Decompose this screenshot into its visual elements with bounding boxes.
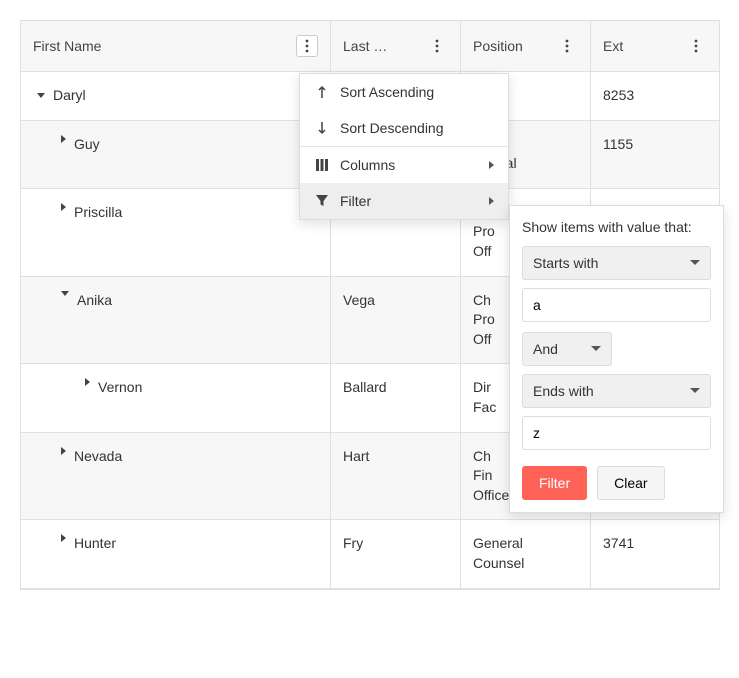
chevron-down-icon: [690, 260, 700, 265]
column-menu-button-ext[interactable]: [685, 35, 707, 57]
position-value: Dir Fac: [473, 378, 496, 417]
last-name-value: Hart: [343, 447, 369, 467]
ext-value: 1155: [603, 135, 633, 155]
kebab-icon: [429, 38, 445, 54]
column-menu-button-first[interactable]: [296, 35, 318, 57]
filter-icon: [314, 193, 330, 209]
position-value: Ch Pro Off: [473, 291, 495, 350]
last-name-cell: Fry: [331, 520, 461, 587]
collapse-icon[interactable]: [37, 93, 45, 98]
position-cell: General Counsel: [461, 520, 591, 587]
kebab-icon: [688, 38, 704, 54]
filter-clear-button[interactable]: Clear: [597, 466, 664, 500]
column-menu-button-position[interactable]: [556, 35, 578, 57]
ext-cell: 3741: [591, 520, 719, 587]
kebab-icon: [559, 38, 575, 54]
first-name-value: Nevada: [74, 447, 122, 467]
header-row: First Name Last … Position: [21, 21, 719, 72]
position-value: Ch Fin Officer: [473, 447, 514, 506]
expand-icon[interactable]: [61, 135, 66, 143]
filter-operator-2[interactable]: Ends with: [522, 374, 711, 408]
tree-grid: First Name Last … Position: [20, 20, 720, 590]
select-value: Ends with: [533, 383, 594, 399]
ext-value: 8253: [603, 86, 634, 106]
filter-popup: Show items with value that: Starts with …: [509, 205, 724, 513]
header-label: Ext: [603, 38, 623, 54]
menu-label: Sort Descending: [340, 120, 444, 136]
tree-cell[interactable]: Nevada: [21, 433, 331, 520]
filter-value-2[interactable]: [522, 416, 711, 450]
filter-operator-1[interactable]: Starts with: [522, 246, 711, 280]
chevron-down-icon: [591, 346, 601, 351]
ext-value: 3741: [603, 534, 634, 554]
tree-cell[interactable]: Guy: [21, 121, 331, 188]
menu-filter[interactable]: Filter: [300, 183, 508, 219]
tree-cell[interactable]: Anika: [21, 277, 331, 364]
chevron-right-icon: [489, 197, 494, 205]
column-menu-button-last[interactable]: [426, 35, 448, 57]
last-name-cell: Ballard: [331, 364, 461, 431]
arrow-down-icon: [314, 120, 330, 136]
position-value: General Counsel: [473, 534, 524, 573]
expand-icon[interactable]: [85, 378, 90, 386]
menu-sort-asc[interactable]: Sort Ascending: [300, 74, 508, 110]
last-name-cell: Vega: [331, 277, 461, 364]
ext-cell: 8253: [591, 72, 719, 120]
first-name-value: Vernon: [98, 378, 142, 398]
filter-instruction: Show items with value that:: [522, 218, 711, 238]
ext-cell: 1155: [591, 121, 719, 188]
expand-icon[interactable]: [61, 447, 66, 455]
menu-sort-desc[interactable]: Sort Descending: [300, 110, 508, 146]
chevron-down-icon: [690, 388, 700, 393]
menu-label: Filter: [340, 193, 371, 209]
table-row: Hunter Fry General Counsel 3741: [21, 520, 719, 588]
first-name-value: Daryl: [53, 86, 86, 106]
tree-cell[interactable]: Vernon: [21, 364, 331, 431]
columns-icon: [314, 157, 330, 173]
first-name-value: Priscilla: [74, 203, 122, 223]
header-last-name[interactable]: Last …: [331, 21, 461, 71]
header-label: First Name: [33, 38, 101, 54]
header-label: Position: [473, 38, 523, 54]
first-name-value: Hunter: [74, 534, 116, 554]
filter-value-1[interactable]: [522, 288, 711, 322]
chevron-right-icon: [489, 161, 494, 169]
collapse-icon[interactable]: [61, 291, 69, 296]
header-first-name[interactable]: First Name: [21, 21, 331, 71]
select-value: Starts with: [533, 255, 598, 271]
last-name-cell: Hart: [331, 433, 461, 520]
tree-cell[interactable]: Priscilla: [21, 189, 331, 276]
header-position[interactable]: Position: [461, 21, 591, 71]
first-name-value: Anika: [77, 291, 112, 311]
header-label: Last …: [343, 38, 387, 54]
kebab-icon: [299, 38, 315, 54]
tree-cell[interactable]: Hunter: [21, 520, 331, 587]
last-name-value: Fry: [343, 534, 363, 554]
menu-label: Columns: [340, 157, 395, 173]
column-menu: Sort Ascending Sort Descending Columns F…: [299, 73, 509, 220]
last-name-value: Vega: [343, 291, 375, 311]
filter-apply-button[interactable]: Filter: [522, 466, 587, 500]
tree-cell[interactable]: Daryl: [21, 72, 331, 120]
select-value: And: [533, 341, 558, 357]
header-ext[interactable]: Ext: [591, 21, 719, 71]
menu-columns[interactable]: Columns: [300, 146, 508, 183]
expand-icon[interactable]: [61, 203, 66, 211]
filter-logic[interactable]: And: [522, 332, 612, 366]
last-name-value: Ballard: [343, 378, 387, 398]
arrow-up-icon: [314, 84, 330, 100]
first-name-value: Guy: [74, 135, 100, 155]
menu-label: Sort Ascending: [340, 84, 434, 100]
expand-icon[interactable]: [61, 534, 66, 542]
